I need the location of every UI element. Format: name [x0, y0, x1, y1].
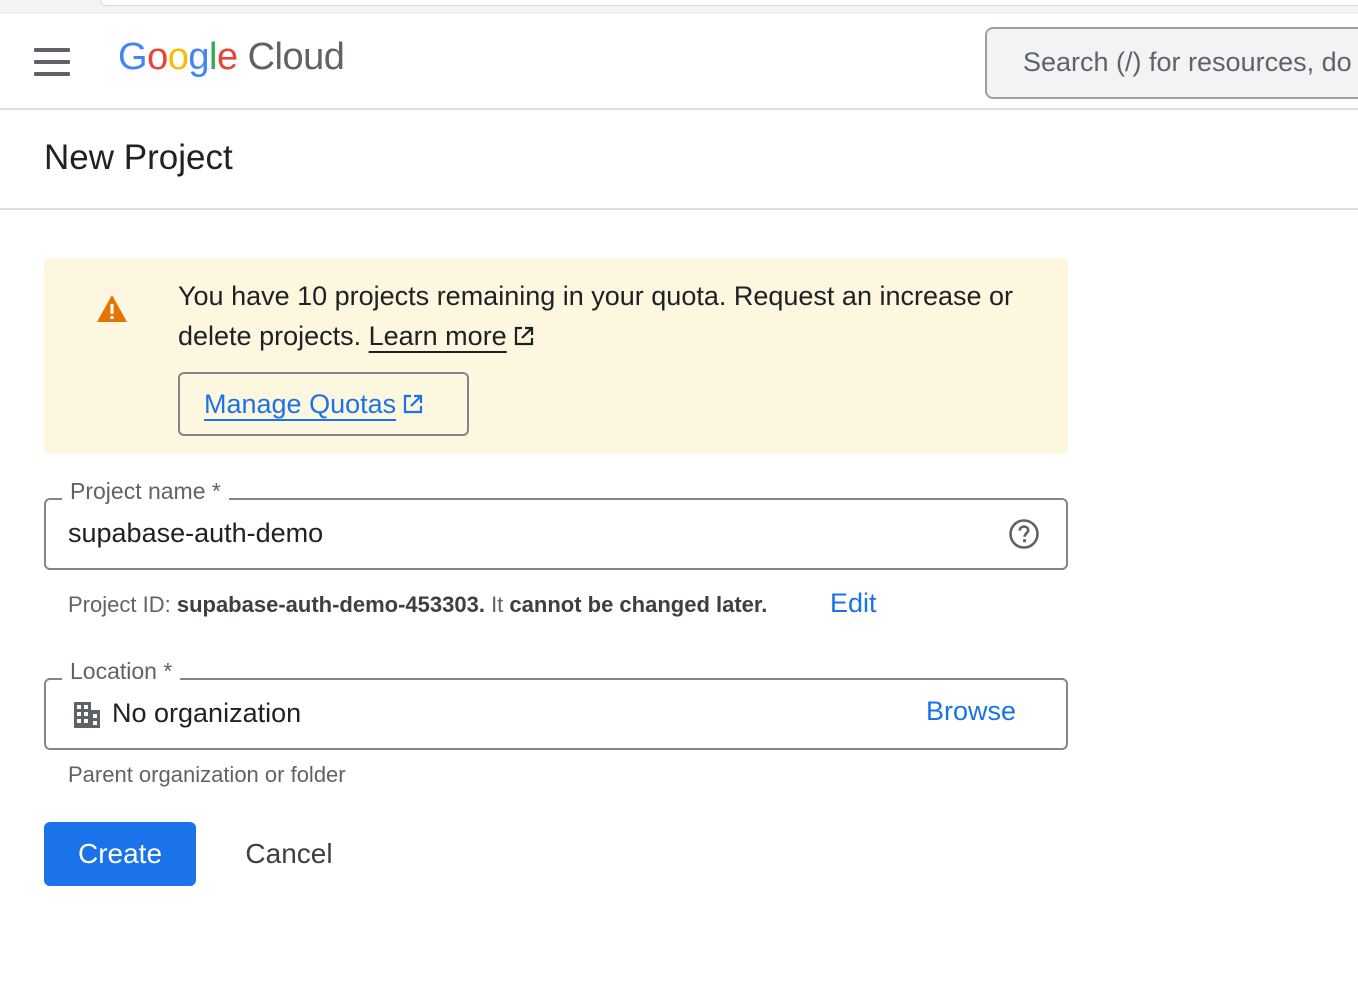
menu-icon-bar	[34, 72, 70, 76]
browser-tab-strip	[0, 0, 1358, 14]
page-title: New Project	[44, 138, 233, 177]
google-cloud-logo[interactable]: Google Cloud	[118, 36, 345, 79]
browse-button[interactable]: Browse	[926, 696, 1016, 727]
browser-tab-edge	[100, 0, 1358, 6]
logo-letter: l	[208, 36, 217, 78]
external-link-icon	[514, 326, 533, 346]
logo-letter: e	[216, 36, 238, 78]
logo-letter: g	[188, 36, 209, 78]
search-input[interactable]: Search (/) for resources, do	[985, 27, 1358, 99]
project-name-field[interactable]: Project name * supabase-auth-demo	[44, 478, 1068, 570]
top-header: Google Cloud Search (/) for resources, do	[0, 14, 1358, 110]
project-name-input[interactable]: supabase-auth-demo	[68, 518, 323, 549]
project-id-helper: Project ID: supabase-auth-demo-453303. I…	[68, 592, 767, 618]
organization-icon	[74, 702, 100, 728]
help-icon[interactable]	[1008, 518, 1040, 550]
warning-icon	[97, 295, 127, 322]
location-field[interactable]: Location * No organization Browse	[44, 658, 1068, 750]
project-id-note: cannot be changed later.	[509, 592, 768, 617]
cancel-button[interactable]: Cancel	[224, 822, 354, 886]
location-label: Location *	[62, 658, 181, 685]
menu-icon-bar	[34, 48, 70, 52]
location-helper-text: Parent organization or folder	[68, 762, 346, 787]
manage-quotas-button[interactable]: Manage Quotas	[178, 372, 469, 436]
project-id-prefix: Project ID:	[68, 592, 171, 617]
external-link-icon	[404, 394, 423, 413]
project-id-value: supabase-auth-demo-453303.	[176, 592, 485, 617]
edit-project-id-link[interactable]: Edit	[830, 588, 877, 619]
menu-icon-bar	[34, 60, 70, 64]
logo-letter: G	[118, 36, 148, 78]
project-id-middle: It	[491, 592, 504, 617]
learn-more-label: Learn more	[368, 321, 507, 351]
learn-more-link[interactable]: Learn more	[369, 321, 507, 351]
location-value: No organization	[112, 698, 302, 728]
page-title-bar: New Project	[0, 110, 1358, 210]
main-menu-button[interactable]	[24, 38, 80, 86]
logo-letter: o	[147, 36, 168, 78]
create-button[interactable]: Create	[44, 822, 196, 886]
quota-message-block: You have 10 projects remaining in your q…	[178, 276, 1038, 356]
quota-warning-banner: You have 10 projects remaining in your q…	[44, 258, 1068, 454]
manage-quotas-label: Manage Quotas	[204, 388, 397, 419]
project-name-label: Project name *	[62, 478, 229, 505]
quota-message: You have 10 projects remaining in your q…	[178, 281, 1014, 351]
logo-product-name: Cloud	[247, 36, 345, 78]
logo-letter: o	[167, 36, 189, 78]
